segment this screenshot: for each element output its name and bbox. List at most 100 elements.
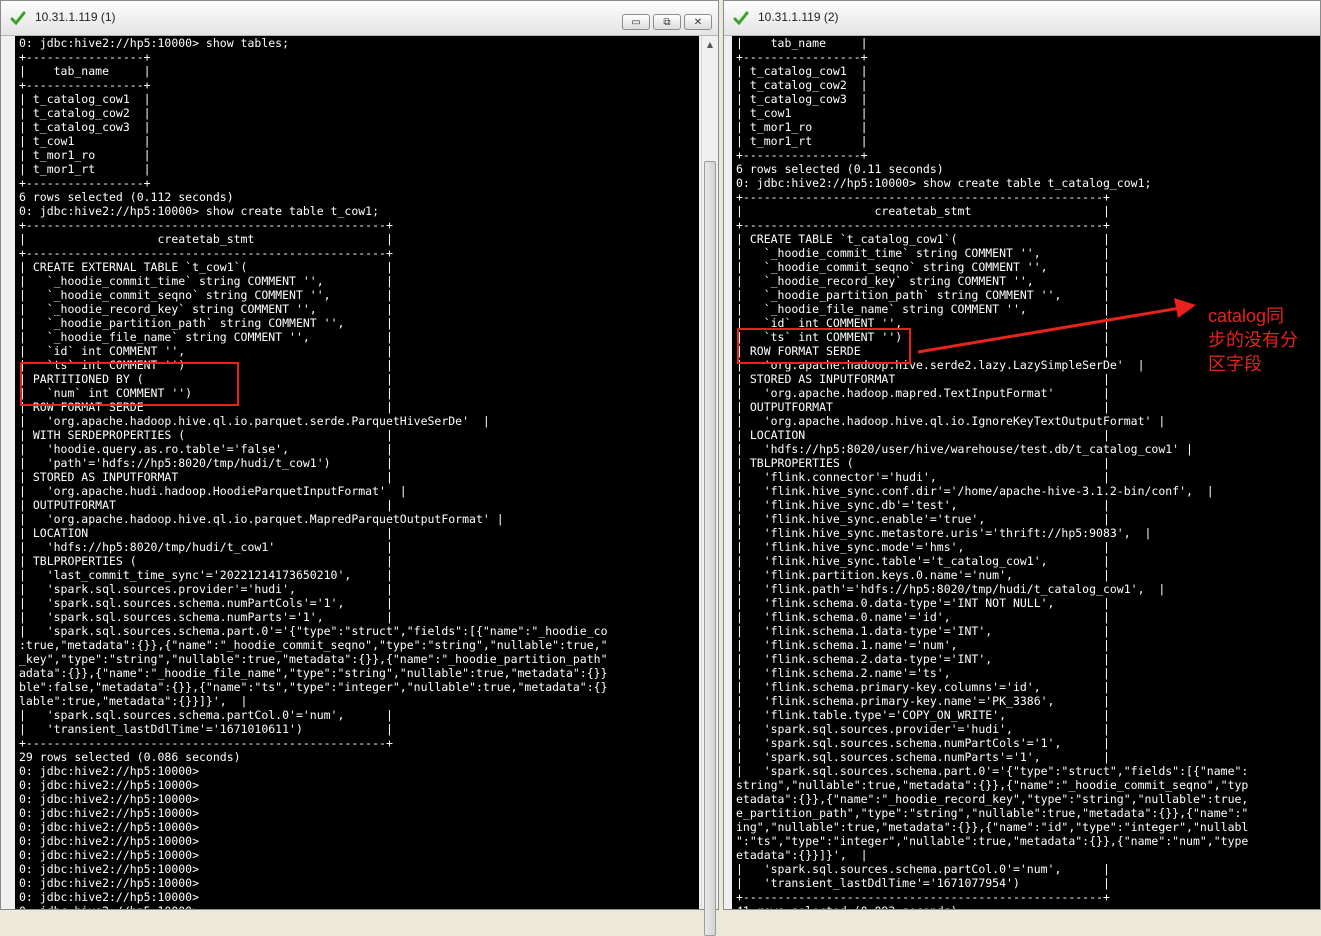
terminal-line: | 'flink.schema.2.name'='ts', |	[736, 666, 1110, 680]
minimize-icon: ▭	[631, 16, 641, 28]
terminal-line: | 'flink.schema.0.data-type'='INT NOT NU…	[736, 596, 1110, 610]
terminal-line: 6 rows selected (0.112 seconds)	[19, 190, 234, 204]
terminal-line: | `_hoodie_commit_seqno` string COMMENT …	[736, 260, 1110, 274]
terminal-line: | 'spark.sql.sources.schema.part.0'='{"t…	[736, 764, 1249, 778]
terminal-line: | OUTPUTFORMAT |	[736, 400, 1110, 414]
terminal-line: | `num` int COMMENT '') |	[19, 386, 393, 400]
terminal-line: | t_mor1_ro |	[736, 120, 868, 134]
terminal-line: +-----------------+	[19, 50, 151, 64]
terminal-line: | t_catalog_cow1 |	[736, 64, 868, 78]
terminal-line: 0: jdbc:hive2://hp5:10000>	[19, 876, 200, 890]
terminal-line: | t_catalog_cow2 |	[19, 106, 151, 120]
terminal-line: 0: jdbc:hive2://hp5:10000>	[19, 820, 200, 834]
terminal-line: | STORED AS INPUTFORMAT |	[19, 470, 393, 484]
terminal-line: | 'spark.sql.sources.provider'='hudi', |	[736, 722, 1110, 736]
terminal-line: | 'spark.sql.sources.schema.part.0'='{"t…	[19, 624, 608, 638]
terminal-line: etadata":{}}]}', |	[736, 848, 868, 862]
annotation-line: 步的没有分	[1208, 330, 1298, 350]
annotation-note: catalog同 步的没有分 区字段	[1208, 304, 1298, 376]
terminal-line: | 'spark.sql.sources.provider'='hudi', |	[19, 582, 393, 596]
terminal-line: | 'flink.hive_sync.table'='t_catalog_cow…	[736, 554, 1110, 568]
terminal-line: | LOCATION |	[736, 428, 1110, 442]
terminal-line: 0: jdbc:hive2://hp5:10000>	[19, 806, 200, 820]
terminal-line: +---------------------------------------…	[736, 218, 1110, 232]
minimize-button[interactable]: ▭	[622, 14, 650, 30]
terminal-output[interactable]: 0: jdbc:hive2://hp5:10000> show tables; +…	[15, 36, 699, 909]
terminal-line: | 'flink.schema.0.name'='id', |	[736, 610, 1110, 624]
terminal-line: | t_mor1_rt |	[736, 134, 868, 148]
window-title: 10.31.1.119 (1)	[35, 10, 116, 24]
terminal-line: | 'flink.hive_sync.db'='test', |	[736, 498, 1110, 512]
terminal-line: | 'flink.schema.1.name'='num', |	[736, 638, 1110, 652]
terminal-line: | `_hoodie_file_name` string COMMENT '',…	[19, 330, 393, 344]
terminal-line: +-----------------+	[736, 50, 868, 64]
scrollbar-thumb[interactable]	[704, 161, 716, 936]
terminal-line: 0: jdbc:hive2://hp5:10000>	[19, 792, 200, 806]
terminal-line: ble":false,"metadata":{}},{"name":"ts","…	[19, 680, 608, 694]
terminal-line: | t_cow1 |	[736, 106, 868, 120]
terminal-line: | 'flink.path'='hdfs://hp5:8020/tmp/hudi…	[736, 582, 1166, 596]
terminal-line: 6 rows selected (0.11 seconds)	[736, 162, 944, 176]
title-bar[interactable]: 10.31.1.119 (2)	[724, 1, 1320, 36]
terminal-line: | `_hoodie_commit_time` string COMMENT '…	[19, 274, 393, 288]
terminal-line: | 'flink.hive_sync.conf.dir'='/home/apac…	[736, 484, 1214, 498]
terminal-line: | t_mor1_ro |	[19, 148, 151, 162]
terminal-line: 0: jdbc:hive2://hp5:10000>	[19, 778, 200, 792]
terminal-line: | OUTPUTFORMAT |	[19, 498, 393, 512]
terminal-line: | t_mor1_rt |	[19, 162, 151, 176]
terminal-line: string","nullable":true,"metadata":{}},{…	[736, 778, 1249, 792]
close-button[interactable]: ✕	[684, 14, 712, 30]
terminal-line: | WITH SERDEPROPERTIES ( |	[19, 428, 393, 442]
terminal-line: | t_catalog_cow1 |	[19, 92, 151, 106]
terminal-line: | 'flink.hive_sync.metastore.uris'='thri…	[736, 526, 1152, 540]
terminal-line: | 'org.apache.hadoop.hive.ql.io.parquet.…	[19, 512, 504, 526]
connected-check-icon	[10, 11, 26, 26]
title-bar[interactable]: 10.31.1.119 (1) ▭ ⧉ ✕	[1, 1, 718, 36]
terminal-line: 0: jdbc:hive2://hp5:10000>	[19, 834, 200, 848]
terminal-line: etadata":{}},{"name":"_hoodie_record_key…	[736, 792, 1249, 806]
terminal-line: | t_cow1 |	[19, 134, 151, 148]
terminal-line: | 'flink.connector'='hudi', |	[736, 470, 1110, 484]
terminal-line: 0: jdbc:hive2://hp5:10000> show create t…	[19, 204, 380, 218]
terminal-line: | LOCATION |	[19, 526, 393, 540]
terminal-line: | `ts` int COMMENT '') |	[19, 358, 393, 372]
terminal-line: | 'flink.schema.primary-key.name'='PK_33…	[736, 694, 1110, 708]
terminal-line: | 'flink.schema.2.data-type'='INT', |	[736, 652, 1110, 666]
scroll-up-arrow-icon[interactable]: ▲	[704, 38, 716, 52]
terminal-line: 0: jdbc:hive2://hp5:10000>	[19, 764, 200, 778]
terminal-line: | 'flink.hive_sync.mode'='hms', |	[736, 540, 1110, 554]
connected-check-icon	[733, 11, 749, 26]
terminal-line: | createtab_stmt |	[19, 232, 393, 246]
terminal-line: +-----------------+	[19, 176, 151, 190]
terminal-line: | t_catalog_cow3 |	[19, 120, 151, 134]
terminal-line: | 'spark.sql.sources.schema.partCol.0'='…	[19, 708, 393, 722]
terminal-line: | tab_name |	[19, 64, 151, 78]
terminal-line: 0: jdbc:hive2://hp5:10000>	[19, 862, 200, 876]
terminal-line: +---------------------------------------…	[19, 736, 393, 750]
close-icon: ✕	[693, 16, 703, 28]
terminal-line: | 'org.apache.hadoop.hive.ql.io.parquet.…	[19, 414, 490, 428]
terminal-line: | 'flink.schema.primary-key.columns'='id…	[736, 680, 1110, 694]
restore-button[interactable]: ⧉	[653, 14, 681, 30]
terminal-line: 0: jdbc:hive2://hp5:10000>	[19, 848, 200, 862]
terminal-line: +---------------------------------------…	[19, 218, 393, 232]
terminal-line: 0: jdbc:hive2://hp5:10000>	[19, 904, 699, 909]
terminal-line: | PARTITIONED BY ( |	[19, 372, 393, 386]
terminal-line: | 'spark.sql.sources.schema.numParts'='1…	[736, 750, 1110, 764]
terminal-line: | 'flink.schema.1.data-type'='INT', |	[736, 624, 1110, 638]
terminal-line: | `id` int COMMENT '', |	[19, 344, 393, 358]
terminal-line: | CREATE TABLE `t_catalog_cow1`( |	[736, 232, 1110, 246]
terminal-line: lable":true,"metadata":{}}]}', |	[19, 694, 248, 708]
terminal-line: | `_hoodie_commit_time` string COMMENT '…	[736, 246, 1110, 260]
terminal-line: 29 rows selected (0.086 seconds)	[19, 750, 241, 764]
terminal-line: | `_hoodie_partition_path` string COMMEN…	[736, 288, 1110, 302]
terminal-line: +---------------------------------------…	[19, 246, 393, 260]
terminal-line: | ROW FORMAT SERDE |	[19, 400, 393, 414]
terminal-output[interactable]: | tab_name | +-----------------+ | t_catal…	[732, 36, 1320, 909]
vertical-scrollbar[interactable]: ▲	[701, 36, 718, 936]
terminal-line: | TBLPROPERTIES ( |	[736, 456, 1110, 470]
terminal-line: | 'hoodie.query.as.ro.table'='false', |	[19, 442, 393, 456]
terminal-line: | 'path'='hdfs://hp5:8020/tmp/hudi/t_cow…	[19, 456, 393, 470]
terminal-line: +---------------------------------------…	[736, 890, 1110, 904]
terminal-line: | 'spark.sql.sources.schema.partCol.0'='…	[736, 862, 1110, 876]
